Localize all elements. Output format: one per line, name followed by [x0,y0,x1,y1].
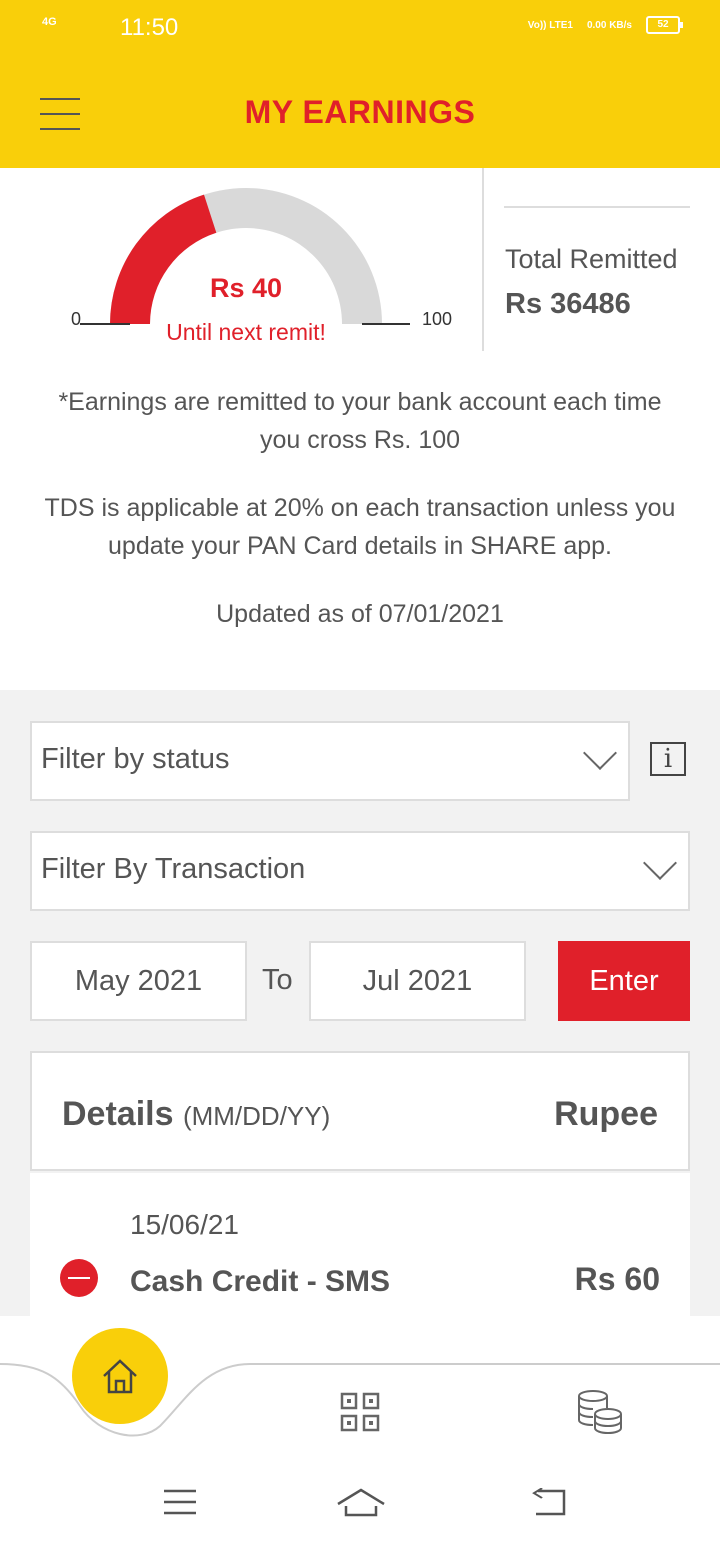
battery-icon: 52 [646,16,683,34]
gauge-max-label: 100 [422,309,452,329]
status-time: 11:50 [120,14,179,41]
updated-date: Updated as of 07/01/2021 [216,600,504,628]
chevron-down-icon [583,736,617,770]
back-icon[interactable] [530,1488,570,1518]
gauge-caption: Until next remit! [166,319,326,345]
transaction-filter-select[interactable]: Filter By Transaction [30,831,690,911]
chevron-down-icon [643,846,677,880]
status-bar: 4G 11:50 Vo)) LTE1 0.00 KB/s 52 [0,0,720,60]
total-remitted-label: Total Remitted [505,244,678,274]
transaction-date: 15/06/21 [130,1209,239,1240]
page-title: MY EARNINGS [244,94,476,130]
network-speed: 0.00 KB/s [586,19,632,31]
transaction-filter-label: Filter By Transaction [41,853,306,885]
tds-note: TDS is applicable at 20% on each transac… [44,494,676,560]
gauge-min-label: 0 [71,309,81,329]
network-indicator: 4G [42,16,57,28]
to-date-picker[interactable]: Jul 2021 [309,941,526,1021]
volte-indicator: Vo)) LTE1 [527,19,573,31]
details-header: Details (MM/DD/YY) Rupee [30,1051,690,1171]
status-filter-label: Filter by status [41,743,230,775]
details-title: Details [62,1095,174,1133]
to-label: To [262,964,293,996]
enter-button[interactable]: Enter [558,941,690,1021]
vertical-divider [482,168,484,351]
amount-column-header: Rupee [554,1095,658,1133]
coins-icon[interactable] [576,1390,624,1436]
total-remitted-value: Rs 36486 [505,288,631,320]
home-icon [103,1359,137,1394]
app-header: MY EARNINGS [0,60,720,168]
minus-circle-icon [60,1259,98,1297]
earnings-gauge: 0 100 Rs 40 Until next remit! [71,188,452,345]
gauge-amount: Rs 40 [210,273,282,303]
transaction-row[interactable]: 15/06/21 Cash Credit - SMS Rs 60 [30,1173,690,1316]
info-icon[interactable]: i [650,742,686,776]
status-filter-select[interactable]: Filter by status [30,721,630,801]
details-title-wrap: Details (MM/DD/YY) [62,1095,330,1134]
system-home-icon[interactable] [336,1484,386,1520]
home-button[interactable] [72,1328,168,1424]
system-nav-bar [0,1448,720,1544]
gauge-fill [110,194,217,324]
horizontal-divider [504,206,690,208]
recents-menu-icon[interactable] [162,1488,198,1518]
from-date-picker[interactable]: May 2021 [30,941,247,1021]
transaction-name: Cash Credit - SMS [130,1265,391,1298]
remit-note: *Earnings are remitted to your bank acco… [58,388,662,454]
details-date-format: (MM/DD/YY) [182,1101,331,1131]
transaction-amount: Rs 60 [574,1261,660,1297]
qr-code-icon[interactable] [340,1392,380,1432]
status-right: Vo)) LTE1 0.00 KB/s 52 [527,16,683,34]
